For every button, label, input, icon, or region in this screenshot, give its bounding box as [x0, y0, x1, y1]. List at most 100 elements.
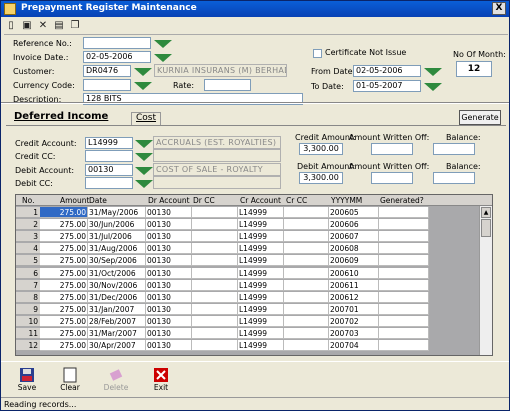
table-row[interactable]: 12 275.00 30/Apr/2007 00130 L14999 200704: [16, 340, 480, 352]
customer-code-input[interactable]: DR0476: [83, 65, 131, 77]
table-cell-date[interactable]: 30/Nov/2006: [88, 279, 146, 291]
column-header[interactable]: Cr CC: [286, 195, 307, 206]
table-cell-generated[interactable]: [379, 279, 429, 291]
table-cell-cr-cc[interactable]: [284, 340, 329, 352]
grid-scrollbar[interactable]: ▲: [479, 206, 492, 355]
table-cell-dr-account[interactable]: 00130: [146, 291, 192, 303]
credit-amount-field[interactable]: 3,300.00: [299, 143, 343, 155]
column-header[interactable]: YYYYMM: [331, 195, 362, 206]
table-cell-amount[interactable]: 275.00: [40, 231, 88, 243]
table-cell-cr-account[interactable]: L14999: [238, 267, 284, 279]
table-cell-yyyymm[interactable]: 200609: [329, 255, 379, 267]
debit-cc-lookup-icon[interactable]: [135, 180, 153, 188]
invoice-date-picker-icon[interactable]: [154, 54, 172, 62]
table-cell-date[interactable]: 31/Dec/2006: [88, 291, 146, 303]
scroll-up-icon[interactable]: ▲: [481, 207, 491, 218]
table-cell-dr-account[interactable]: 00130: [146, 328, 192, 339]
table-cell-date[interactable]: 31/Oct/2006: [88, 267, 146, 279]
save-button[interactable]: Save: [12, 367, 42, 395]
table-cell-date[interactable]: 31/May/2006: [88, 207, 146, 218]
invoice-date-input[interactable]: 02-05-2006: [83, 51, 151, 63]
table-cell-dr-account[interactable]: 00130: [146, 340, 192, 352]
from-date-input[interactable]: 02-05-2006: [353, 65, 421, 77]
table-row[interactable]: 10 275.00 28/Feb/2007 00130 L14999 200702: [16, 315, 480, 327]
column-header[interactable]: Amount: [60, 195, 89, 206]
table-cell-cr-account[interactable]: L14999: [238, 207, 284, 218]
table-cell-dr-cc[interactable]: [192, 303, 238, 315]
table-cell-amount[interactable]: 275.00: [40, 315, 88, 327]
reference-lookup-icon[interactable]: [154, 40, 172, 48]
table-row[interactable]: 1 275.00 31/May/2006 00130 L14999 200605: [16, 207, 480, 218]
credit-cc-lookup-icon[interactable]: [135, 153, 153, 161]
column-header[interactable]: Cr Account: [240, 195, 281, 206]
table-row[interactable]: 3 275.00 31/Jul/2006 00130 L14999 200607: [16, 231, 480, 243]
table-row[interactable]: 2 275.00 30/Jun/2006 00130 L14999 200606: [16, 219, 480, 231]
tab-cost[interactable]: Cost: [131, 112, 162, 126]
table-cell-yyyymm[interactable]: 200701: [329, 303, 379, 315]
credit-account-input[interactable]: L14999: [85, 137, 133, 149]
reference-input[interactable]: [83, 37, 151, 49]
table-cell-amount[interactable]: 275.00: [40, 303, 88, 315]
table-cell-cr-cc[interactable]: [284, 219, 329, 231]
table-cell-amount[interactable]: 275.00: [40, 328, 88, 339]
column-header[interactable]: Date: [89, 195, 107, 206]
table-cell-cr-cc[interactable]: [284, 255, 329, 267]
table-cell-yyyymm[interactable]: 200608: [329, 243, 379, 255]
table-cell-cr-account[interactable]: L14999: [238, 315, 284, 327]
table-cell-yyyymm[interactable]: 200703: [329, 328, 379, 339]
table-cell-dr-account[interactable]: 00130: [146, 279, 192, 291]
table-cell-generated[interactable]: [379, 231, 429, 243]
table-cell-cr-cc[interactable]: [284, 243, 329, 255]
table-cell-yyyymm[interactable]: 200612: [329, 291, 379, 303]
new-icon[interactable]: ▯: [4, 19, 18, 33]
table-cell-dr-account[interactable]: 00130: [146, 255, 192, 267]
rate-input[interactable]: [204, 79, 251, 91]
credit-account-lookup-icon[interactable]: [135, 140, 153, 148]
table-cell-date[interactable]: 30/Apr/2007: [88, 340, 146, 352]
balance-field-credit[interactable]: [433, 143, 475, 155]
table-cell-cr-cc[interactable]: [284, 291, 329, 303]
table-cell-dr-account[interactable]: 00130: [146, 207, 192, 218]
table-cell-dr-cc[interactable]: [192, 207, 238, 218]
table-cell-generated[interactable]: [379, 303, 429, 315]
table-cell-date[interactable]: 30/Jun/2006: [88, 219, 146, 231]
table-cell-date[interactable]: 30/Sep/2006: [88, 255, 146, 267]
table-cell-cr-cc[interactable]: [284, 267, 329, 279]
table-cell-yyyymm[interactable]: 200610: [329, 267, 379, 279]
table-cell-amount[interactable]: 275.00: [40, 243, 88, 255]
table-cell-yyyymm[interactable]: 200704: [329, 340, 379, 352]
table-cell-amount[interactable]: 275.00: [40, 255, 88, 267]
currency-lookup-icon[interactable]: [134, 82, 152, 90]
table-cell-generated[interactable]: [379, 340, 429, 352]
currency-input[interactable]: [83, 79, 131, 91]
table-cell-dr-cc[interactable]: [192, 291, 238, 303]
table-cell-dr-cc[interactable]: [192, 231, 238, 243]
table-cell-amount[interactable]: 275.00: [40, 207, 88, 218]
scroll-thumb[interactable]: [481, 219, 491, 237]
table-cell-dr-cc[interactable]: [192, 255, 238, 267]
table-row[interactable]: 8 275.00 31/Dec/2006 00130 L14999 200612: [16, 291, 480, 303]
table-cell-date[interactable]: 31/Jan/2007: [88, 303, 146, 315]
table-cell-dr-cc[interactable]: [192, 315, 238, 327]
table-cell-cr-cc[interactable]: [284, 207, 329, 218]
table-cell-cr-account[interactable]: L14999: [238, 219, 284, 231]
table-row[interactable]: 9 275.00 31/Jan/2007 00130 L14999 200701: [16, 303, 480, 315]
written-off-field-credit[interactable]: [371, 143, 413, 155]
table-row[interactable]: 7 275.00 30/Nov/2006 00130 L14999 200611: [16, 279, 480, 291]
delete-button[interactable]: Delete: [101, 367, 131, 395]
table-cell-yyyymm[interactable]: 200702: [329, 315, 379, 327]
table-cell-amount[interactable]: 275.00: [40, 219, 88, 231]
table-cell-yyyymm[interactable]: 200607: [329, 231, 379, 243]
table-cell-date[interactable]: 28/Feb/2007: [88, 315, 146, 327]
table-cell-yyyymm[interactable]: 200611: [329, 279, 379, 291]
table-cell-yyyymm[interactable]: 200605: [329, 207, 379, 218]
table-cell-yyyymm[interactable]: 200606: [329, 219, 379, 231]
column-header[interactable]: No.: [22, 195, 34, 206]
written-off-field-debit[interactable]: [371, 172, 413, 184]
table-cell-generated[interactable]: [379, 328, 429, 339]
close-button[interactable]: X: [492, 2, 506, 15]
customer-lookup-icon[interactable]: [134, 68, 152, 76]
to-date-input[interactable]: 01-05-2007: [353, 80, 421, 92]
debit-account-input[interactable]: 00130: [85, 164, 133, 176]
table-row[interactable]: 5 275.00 30/Sep/2006 00130 L14999 200609: [16, 255, 480, 267]
